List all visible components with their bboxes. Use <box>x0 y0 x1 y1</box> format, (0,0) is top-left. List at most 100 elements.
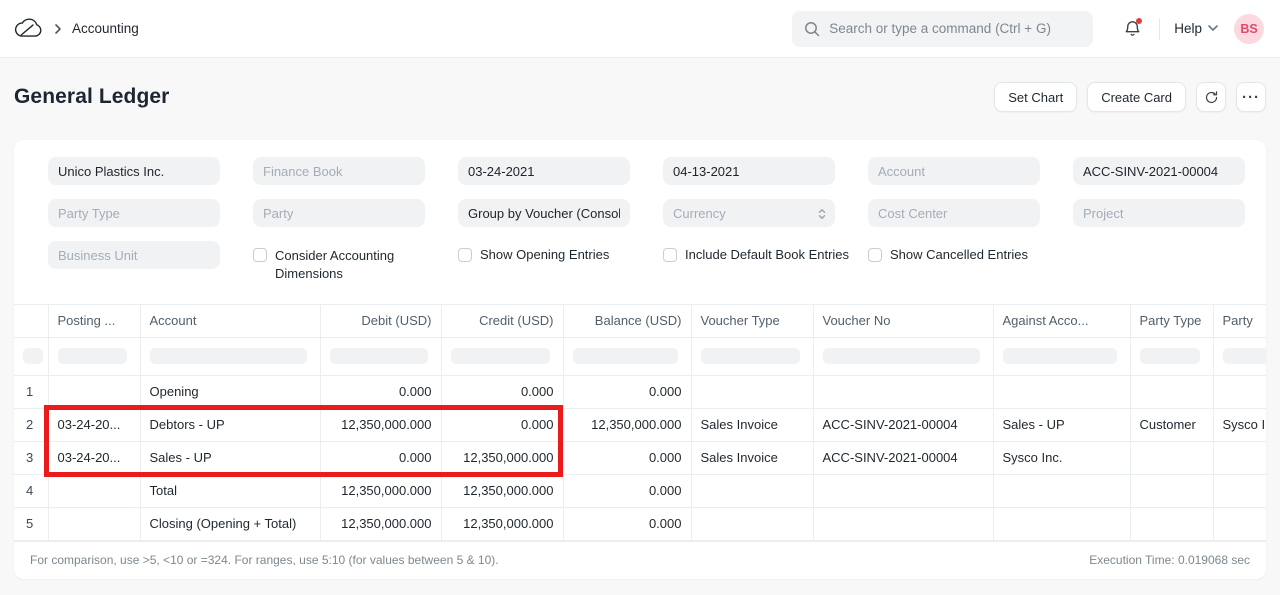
create-card-button[interactable]: Create Card <box>1087 82 1186 112</box>
cell-account: Total <box>140 474 320 507</box>
party-filter-input[interactable] <box>253 199 425 227</box>
app-logo-cloud-icon[interactable] <box>14 17 44 41</box>
cell-account: Sales - UP <box>140 441 320 474</box>
chevron-down-icon <box>1208 25 1218 32</box>
notifications-bell-icon[interactable] <box>1119 16 1145 42</box>
cell-against-account: Sysco Inc. <box>993 441 1130 474</box>
col-header-party-type[interactable]: Party Type <box>1130 305 1213 337</box>
cell-posting-date: 03-24-20... <box>48 408 140 441</box>
checkbox-label: Include Default Book Entries <box>685 247 849 262</box>
checkbox-box-icon <box>458 248 472 262</box>
cell-party-type <box>1130 375 1213 408</box>
cell-voucher-type <box>691 507 813 540</box>
col-header-account[interactable]: Account <box>140 305 320 337</box>
column-filter-input[interactable] <box>823 348 980 364</box>
col-header-against-account[interactable]: Against Acco... <box>993 305 1130 337</box>
table-row: 3 03-24-20... Sales - UP 0.000 12,350,00… <box>14 441 1266 474</box>
global-search-input[interactable]: Search or type a command (Ctrl + G) <box>792 11 1093 47</box>
help-label: Help <box>1174 21 1202 36</box>
cell-voucher-no <box>813 375 993 408</box>
checkbox-include-default-book-entries[interactable]: Include Default Book Entries <box>663 241 835 282</box>
to-date-filter-input[interactable] <box>663 157 835 185</box>
filter-cell <box>993 337 1130 375</box>
col-header-balance[interactable]: Balance (USD) <box>563 305 691 337</box>
filter-section: Consider Accounting Dimensions Show Open… <box>14 140 1266 304</box>
column-filter-input[interactable] <box>1140 348 1200 364</box>
col-header-credit[interactable]: Credit (USD) <box>441 305 563 337</box>
cell-party-type <box>1130 474 1213 507</box>
cell-credit: 12,350,000.000 <box>441 474 563 507</box>
voucher-no-filter-input[interactable] <box>1073 157 1245 185</box>
cell-balance: 12,350,000.000 <box>563 408 691 441</box>
refresh-icon <box>1204 90 1219 105</box>
cell-debit: 12,350,000.000 <box>320 474 441 507</box>
more-menu-button[interactable]: ··· <box>1236 82 1266 112</box>
from-date-filter-input[interactable] <box>458 157 630 185</box>
set-chart-button[interactable]: Set Chart <box>994 82 1077 112</box>
column-filter-input[interactable] <box>23 348 43 364</box>
search-icon <box>804 21 820 37</box>
filter-cell <box>320 337 441 375</box>
cell-credit: 0.000 <box>441 408 563 441</box>
project-filter-input[interactable] <box>1073 199 1245 227</box>
account-filter-input[interactable] <box>868 157 1040 185</box>
notification-dot <box>1136 18 1142 24</box>
table-row: 1 Opening 0.000 0.000 0.000 <box>14 375 1266 408</box>
column-filter-input[interactable] <box>1003 348 1117 364</box>
cell-index: 2 <box>14 408 48 441</box>
cell-index: 1 <box>14 375 48 408</box>
currency-filter-select[interactable] <box>663 199 835 227</box>
col-header-party[interactable]: Party <box>1213 305 1266 337</box>
column-filter-input[interactable] <box>330 348 428 364</box>
cell-against-account <box>993 507 1130 540</box>
party-type-filter-input[interactable] <box>48 199 220 227</box>
help-menu[interactable]: Help <box>1174 21 1218 36</box>
breadcrumb-accounting[interactable]: Accounting <box>72 21 139 36</box>
cell-party-type <box>1130 507 1213 540</box>
company-filter-input[interactable] <box>48 157 220 185</box>
checkbox-show-cancelled-entries[interactable]: Show Cancelled Entries <box>868 241 1040 282</box>
cell-party-type <box>1130 441 1213 474</box>
column-filter-input[interactable] <box>451 348 550 364</box>
cell-index: 3 <box>14 441 48 474</box>
cell-credit: 12,350,000.000 <box>441 441 563 474</box>
group-by-filter-input[interactable] <box>458 199 630 227</box>
report-card: Consider Accounting Dimensions Show Open… <box>14 140 1266 579</box>
chevron-right-icon <box>53 23 63 35</box>
col-header-voucher-no[interactable]: Voucher No <box>813 305 993 337</box>
column-filter-input[interactable] <box>573 348 678 364</box>
cell-posting-date <box>48 507 140 540</box>
col-header-debit[interactable]: Debit (USD) <box>320 305 441 337</box>
checkbox-consider-accounting-dimensions[interactable]: Consider Accounting Dimensions <box>253 241 425 282</box>
refresh-button[interactable] <box>1196 82 1226 112</box>
cell-voucher-no <box>813 474 993 507</box>
column-filter-input[interactable] <box>701 348 800 364</box>
column-filter-input[interactable] <box>1223 348 1267 364</box>
cell-posting-date: 03-24-20... <box>48 441 140 474</box>
filter-cell <box>441 337 563 375</box>
user-avatar[interactable]: BS <box>1234 14 1264 44</box>
cell-against-account <box>993 375 1130 408</box>
cell-balance: 0.000 <box>563 375 691 408</box>
cell-posting-date <box>48 474 140 507</box>
cell-balance: 0.000 <box>563 507 691 540</box>
filter-cell <box>813 337 993 375</box>
filter-cell <box>1130 337 1213 375</box>
business-unit-filter-input[interactable] <box>48 241 220 269</box>
checkbox-label: Show Cancelled Entries <box>890 247 1028 262</box>
checkbox-label: Show Opening Entries <box>480 247 609 262</box>
col-header-voucher-type[interactable]: Voucher Type <box>691 305 813 337</box>
col-header-posting-date[interactable]: Posting ... <box>48 305 140 337</box>
checkbox-show-opening-entries[interactable]: Show Opening Entries <box>458 241 630 282</box>
cell-party <box>1213 507 1266 540</box>
finance-book-filter-input[interactable] <box>253 157 425 185</box>
column-filter-input[interactable] <box>58 348 127 364</box>
column-filter-input[interactable] <box>150 348 307 364</box>
cell-account: Debtors - UP <box>140 408 320 441</box>
cell-balance: 0.000 <box>563 441 691 474</box>
col-header-index <box>14 305 48 337</box>
table-row: 5 Closing (Opening + Total) 12,350,000.0… <box>14 507 1266 540</box>
cost-center-filter-input[interactable] <box>868 199 1040 227</box>
ledger-datatable: Posting ... Account Debit (USD) Credit (… <box>14 304 1266 541</box>
cell-credit: 0.000 <box>441 375 563 408</box>
